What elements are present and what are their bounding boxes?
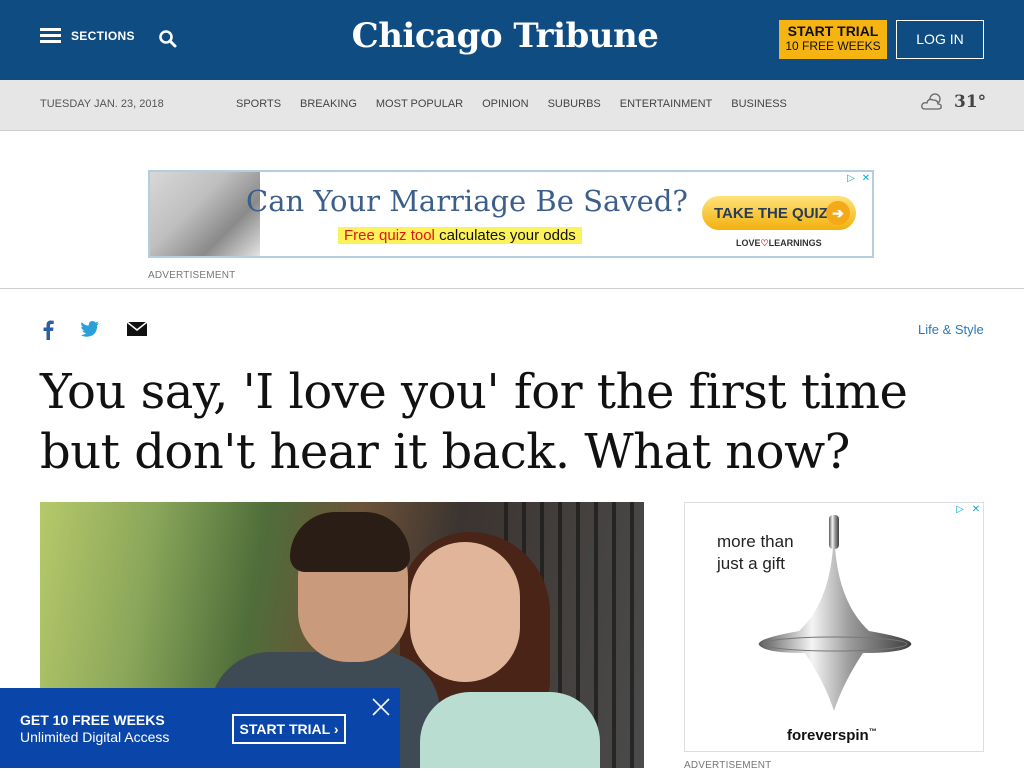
ad-couple-photo — [150, 172, 260, 256]
subscription-promo: GET 10 FREE WEEKS Unlimited Digital Acce… — [0, 688, 400, 768]
take-quiz-label: TAKE THE QUIZ — [714, 205, 828, 222]
adchoices-icon[interactable]: ▷ — [844, 172, 858, 186]
spinning-top-image — [758, 515, 912, 711]
article-section-link[interactable]: Life & Style — [918, 322, 984, 337]
trademark: ™ — [868, 727, 877, 736]
ad-headline: Can Your Marriage Be Saved? — [246, 184, 688, 218]
sections-menu-button[interactable]: SECTIONS — [40, 28, 135, 44]
close-icon[interactable] — [370, 696, 392, 718]
nav-link-sports[interactable]: SPORTS — [236, 98, 281, 110]
ad-subline: Free quiz tool calculates your odds — [338, 227, 582, 244]
advertisement-label: ADVERTISEMENT — [684, 760, 772, 771]
ad-close-icon[interactable]: ✕ — [859, 172, 872, 186]
banner-ad[interactable]: Can Your Marriage Be Saved? Free quiz to… — [148, 170, 874, 258]
heart-icon: ♡ — [760, 238, 769, 248]
woman-face — [410, 542, 520, 682]
ad-brand-left: LOVE — [736, 238, 761, 248]
ad-brand-logo: LOVE♡LEARNINGS — [736, 238, 822, 249]
promo-subtitle: Unlimited Digital Access — [20, 729, 170, 745]
ad-subline-highlight: Free quiz tool — [344, 227, 435, 244]
site-logo[interactable]: Chicago Tribune — [340, 16, 670, 56]
hamburger-icon — [40, 28, 61, 44]
sections-label: SECTIONS — [71, 29, 135, 43]
login-button[interactable]: LOG IN — [896, 20, 984, 59]
twitter-share-icon[interactable] — [80, 320, 100, 340]
facebook-share-icon[interactable] — [42, 320, 54, 340]
partly-cloudy-icon — [921, 93, 942, 110]
nav-link-most-popular[interactable]: MOST POPULAR — [376, 98, 463, 110]
site-header: SECTIONS Chicago Tribune START TRIAL 10 … — [0, 0, 1024, 80]
ad-subline-text: calculates your odds — [439, 227, 576, 244]
adchoices-icon[interactable]: ▷ — [953, 503, 967, 517]
section-nav: SPORTS BREAKING MOST POPULAR OPINION SUB… — [236, 98, 806, 110]
email-share-icon[interactable] — [126, 321, 148, 342]
weather-widget[interactable]: 31° — [920, 92, 986, 112]
nav-link-business[interactable]: BUSINESS — [731, 98, 787, 110]
nav-link-opinion[interactable]: OPINION — [482, 98, 528, 110]
arrow-right-icon: ➔ — [826, 201, 850, 225]
search-icon[interactable] — [158, 29, 178, 49]
sidebar-ad[interactable]: more than just a gift foreverspin™ ▷ ✕ — [684, 502, 984, 752]
sidebar-ad-brand-name: foreverspin — [787, 727, 869, 744]
divider — [0, 288, 1024, 289]
temperature: 31° — [954, 92, 987, 112]
ad-brand-right: LEARNINGS — [768, 238, 822, 248]
advertisement-label: ADVERTISEMENT — [148, 270, 236, 281]
nav-link-breaking[interactable]: BREAKING — [300, 98, 357, 110]
nav-bar: TUESDAY JAN. 23, 2018 SPORTS BREAKING MO… — [0, 80, 1024, 131]
start-trial-button[interactable]: START TRIAL 10 FREE WEEKS — [779, 20, 887, 59]
sidebar-ad-brand: foreverspin™ — [787, 727, 877, 744]
promo-title: GET 10 FREE WEEKS — [20, 712, 165, 728]
free-weeks-label: 10 FREE WEEKS — [785, 39, 881, 53]
man-hair — [290, 512, 410, 572]
nav-link-suburbs[interactable]: SUBURBS — [548, 98, 601, 110]
ad-close-icon[interactable]: ✕ — [969, 503, 983, 517]
take-quiz-button[interactable]: TAKE THE QUIZ ➔ — [702, 196, 856, 230]
nav-link-entertainment[interactable]: ENTERTAINMENT — [620, 98, 713, 110]
article-headline: You say, 'I love you' for the first time… — [40, 364, 908, 480]
current-date: TUESDAY JAN. 23, 2018 — [40, 98, 164, 110]
start-trial-label: START TRIAL — [787, 23, 879, 39]
promo-start-trial-button[interactable]: START TRIAL › — [232, 714, 346, 744]
woman-sweater — [420, 692, 600, 768]
